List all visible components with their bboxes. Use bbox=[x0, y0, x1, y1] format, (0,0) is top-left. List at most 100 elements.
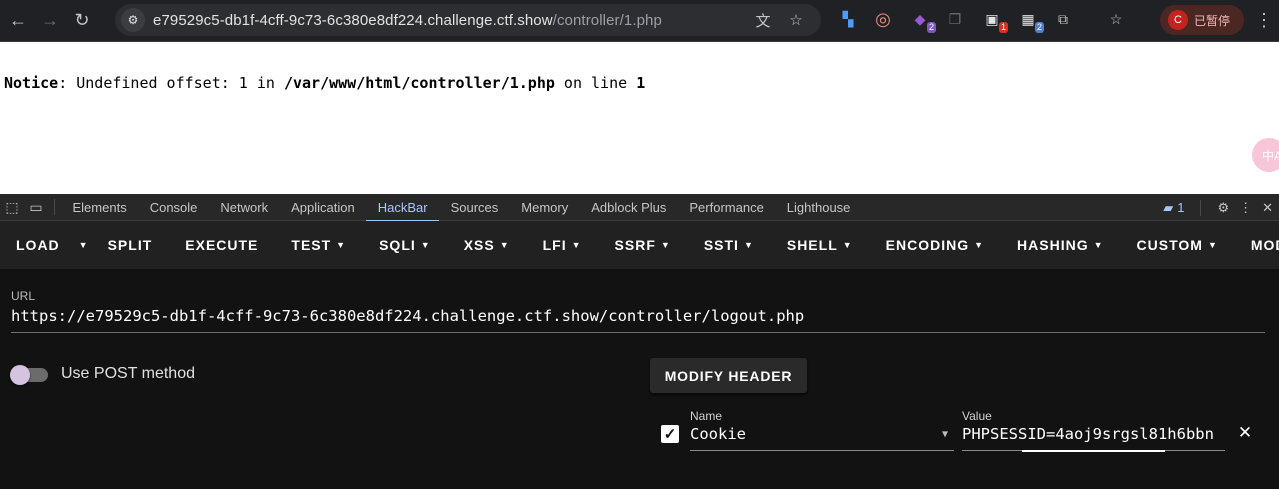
header-name-label: Name bbox=[690, 409, 723, 423]
tab-application[interactable]: Application bbox=[280, 194, 367, 221]
settings-icon[interactable]: ⚙ bbox=[1217, 200, 1229, 216]
issues-counter[interactable]: ▰ 1 bbox=[1163, 200, 1184, 216]
address-bar[interactable]: ⚙ e79529c5-db1f-4cff-9c73-6c380e8df224.c… bbox=[115, 4, 821, 36]
inspect-element-button[interactable]: ⬚ bbox=[0, 199, 24, 216]
extension-button-6[interactable]: ▦ 2 bbox=[1018, 9, 1044, 33]
hashing-menu-button[interactable]: HASHING ▼ bbox=[1017, 221, 1103, 269]
custom-menu-button[interactable]: CUSTOM ▼ bbox=[1137, 221, 1218, 269]
tab-elements[interactable]: Elements bbox=[61, 194, 138, 221]
shell-label: SHELL bbox=[786, 237, 838, 253]
extension-button-1[interactable]: ▚ bbox=[838, 9, 858, 29]
browser-menu-button[interactable]: ⋮ bbox=[1255, 10, 1273, 31]
translate-icon: 中A bbox=[1262, 148, 1279, 163]
notice-on-line: on line bbox=[554, 74, 637, 92]
execute-button[interactable]: EXECUTE bbox=[185, 221, 258, 269]
caret-down-icon: ▼ bbox=[336, 240, 347, 250]
remove-header-button[interactable]: ✕ bbox=[1236, 421, 1254, 445]
translate-button[interactable]: 文 bbox=[753, 10, 773, 30]
xss-menu-button[interactable]: XSS ▼ bbox=[464, 221, 510, 269]
ssti-menu-button[interactable]: SSTI ▼ bbox=[704, 221, 754, 269]
forward-button[interactable]: → bbox=[36, 7, 64, 35]
more-vert-icon[interactable]: ⋮ bbox=[1239, 200, 1252, 216]
sqli-label: SQLI bbox=[379, 237, 416, 253]
header-value-label: Value bbox=[962, 409, 992, 423]
issues-count: 1 bbox=[1177, 200, 1185, 215]
execute-label: EXECUTE bbox=[185, 237, 259, 253]
caret-down-icon: ▼ bbox=[420, 240, 431, 250]
lfi-menu-button[interactable]: LFI ▼ bbox=[543, 221, 582, 269]
tab-console[interactable]: Console bbox=[138, 194, 209, 221]
mode-menu-button[interactable]: MODE▼ bbox=[1251, 221, 1279, 269]
caret-down-icon: ▼ bbox=[660, 240, 671, 250]
header-enabled-checkbox[interactable]: ✓ bbox=[661, 425, 679, 443]
load-button[interactable]: LOAD bbox=[16, 221, 60, 269]
caret-down-icon: ▼ bbox=[499, 240, 510, 250]
qr-icon: ▦ bbox=[1021, 10, 1035, 27]
tab-adblock-plus[interactable]: Adblock Plus bbox=[580, 194, 678, 221]
browser-toolbar: ← → ↻ ⚙ e79529c5-db1f-4cff-9c73-6c380e8d… bbox=[0, 0, 1279, 42]
extension-button-2[interactable]: ◎ bbox=[873, 9, 893, 29]
extension-button-3[interactable]: ◆ 2 bbox=[910, 9, 936, 33]
extension-button-5[interactable]: ▣ 1 bbox=[982, 9, 1008, 33]
back-button[interactable]: ← bbox=[4, 7, 32, 35]
url-input[interactable]: https://e79529c5-db1f-4cff-9c73-6c380e8d… bbox=[11, 307, 1265, 333]
devtools-panel: ⬚ ▭ Elements Console Network Application… bbox=[0, 194, 1279, 489]
copy-icon: ❐ bbox=[948, 10, 962, 27]
extensions-menu-button[interactable]: ⧉ bbox=[1053, 9, 1073, 29]
star-icon: ☆ bbox=[789, 12, 803, 29]
notice-path: /var/www/html/controller/1.php bbox=[283, 74, 555, 92]
bookmark-button[interactable]: ☆ bbox=[786, 10, 806, 30]
sqli-menu-button[interactable]: SQLI ▼ bbox=[379, 221, 431, 269]
translate-icon: 文 bbox=[755, 12, 771, 30]
page-content: Notice: Undefined offset: 1 in /var/www/… bbox=[0, 42, 1279, 194]
test-label: TEST bbox=[291, 237, 332, 253]
inspect-icon: ⬚ bbox=[5, 198, 19, 215]
url-host: e79529c5-db1f-4cff-9c73-6c380e8df224.cha… bbox=[153, 11, 553, 29]
caret-down-icon: ▼ bbox=[842, 240, 853, 250]
tab-performance[interactable]: Performance bbox=[678, 194, 775, 221]
caret-down-icon: ▼ bbox=[571, 240, 582, 250]
tab-network[interactable]: Network bbox=[209, 194, 280, 221]
address-url[interactable]: e79529c5-db1f-4cff-9c73-6c380e8df224.cha… bbox=[153, 12, 662, 29]
tune-icon: ⚙ bbox=[127, 13, 139, 27]
focus-underline bbox=[1022, 450, 1165, 452]
extension-badge: 2 bbox=[1034, 22, 1044, 33]
modify-header-button[interactable]: MODIFY HEADER bbox=[650, 358, 807, 393]
post-toggle-switch[interactable] bbox=[10, 365, 30, 385]
encoding-menu-button[interactable]: ENCODING ▼ bbox=[886, 221, 984, 269]
divider bbox=[54, 199, 55, 215]
bookmarks-button[interactable]: ☆ bbox=[1106, 9, 1126, 29]
arrow-right-icon: → bbox=[41, 10, 59, 30]
xss-label: XSS bbox=[463, 237, 495, 253]
notice-line: 1 bbox=[636, 74, 646, 92]
caret-down-icon: ▼ bbox=[1207, 240, 1218, 250]
ssrf-menu-button[interactable]: SSRF ▼ bbox=[615, 221, 671, 269]
test-menu-button[interactable]: TEST ▼ bbox=[291, 221, 346, 269]
tab-hackbar[interactable]: HackBar bbox=[366, 194, 439, 222]
device-toolbar-button[interactable]: ▭ bbox=[24, 199, 48, 216]
ssti-label: SSTI bbox=[703, 237, 739, 253]
shell-menu-button[interactable]: SHELL ▼ bbox=[787, 221, 853, 269]
tab-lighthouse[interactable]: Lighthouse bbox=[775, 194, 862, 221]
profile-button[interactable]: C 已暂停 bbox=[1160, 5, 1244, 35]
caret-down-icon: ▼ bbox=[974, 240, 985, 250]
split-label: SPLIT bbox=[107, 237, 153, 253]
extension-badge: 1 bbox=[998, 22, 1008, 33]
extension-button-4[interactable]: ❐ bbox=[945, 9, 965, 29]
message-icon: ▰ bbox=[1163, 199, 1174, 215]
tab-memory[interactable]: Memory bbox=[510, 194, 580, 221]
load-options-button[interactable]: ▼ bbox=[79, 221, 89, 269]
tab-sources[interactable]: Sources bbox=[439, 194, 510, 221]
divider bbox=[1200, 199, 1202, 216]
url-label: URL bbox=[11, 289, 36, 303]
reload-button[interactable]: ↻ bbox=[68, 7, 96, 35]
hackbar-toolbar: LOAD ▼ SPLIT EXECUTE TEST ▼ SQLI ▼ XSS ▼ LF… bbox=[0, 221, 1279, 269]
close-icon[interactable]: ✕ bbox=[1262, 200, 1273, 216]
header-value-input[interactable]: PHPSESSID=4aoj9srgsl81h6bbn bbox=[962, 425, 1225, 451]
post-method-label: Use POST method bbox=[61, 365, 195, 382]
translate-float-button[interactable]: 中A bbox=[1252, 138, 1279, 172]
header-name-select[interactable]: Cookie ▼ bbox=[690, 425, 954, 451]
site-info-button[interactable]: ⚙ bbox=[121, 8, 145, 32]
extension-badge: 2 bbox=[926, 22, 936, 33]
split-button[interactable]: SPLIT bbox=[108, 221, 153, 269]
